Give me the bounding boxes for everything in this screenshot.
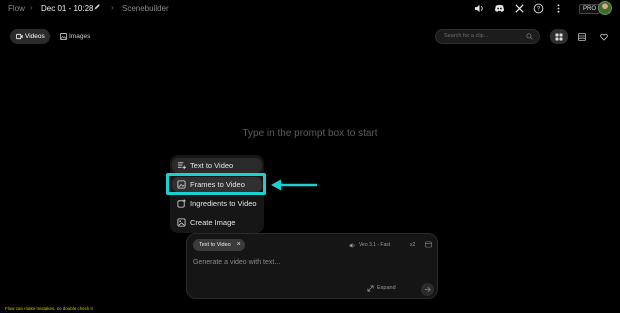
grid-view-button[interactable] bbox=[550, 29, 568, 44]
breadcrumb-project[interactable]: Dec 01 - 10:28 bbox=[41, 4, 93, 13]
top-bar: Flow › Dec 01 - 10:28 › Scenebuilder ? P… bbox=[0, 0, 620, 18]
annotation-arrow-icon bbox=[271, 179, 317, 191]
ingredients-icon bbox=[177, 199, 186, 208]
search-icon bbox=[526, 33, 533, 40]
output-count[interactable]: x2 bbox=[410, 242, 415, 248]
text-lines-icon bbox=[177, 162, 186, 170]
model-selector[interactable]: Veo 3.1 - Fast bbox=[349, 242, 391, 248]
image-icon bbox=[177, 218, 186, 227]
model-label: Veo 3.1 - Fast bbox=[359, 242, 391, 248]
tab-images-label: Images bbox=[69, 33, 91, 40]
tab-videos-label: Videos bbox=[25, 33, 45, 40]
menu-item-label: Ingredients to Video bbox=[190, 199, 257, 208]
mode-chip[interactable]: Text to Video × bbox=[193, 239, 245, 251]
volume-icon bbox=[349, 243, 355, 248]
avatar[interactable] bbox=[598, 1, 612, 15]
breadcrumb-section[interactable]: Scenebuilder bbox=[122, 4, 169, 13]
edit-pencil-icon[interactable] bbox=[93, 3, 101, 11]
grid-icon bbox=[555, 33, 563, 41]
search-placeholder: Search for a clip... bbox=[444, 33, 489, 39]
image-icon bbox=[60, 33, 67, 40]
menu-item-ingredients-to-video[interactable]: Ingredients to Video bbox=[172, 196, 262, 211]
tab-videos[interactable]: Videos bbox=[10, 29, 50, 44]
menu-item-text-to-video[interactable]: Text to Video bbox=[172, 158, 262, 173]
favorites-button[interactable] bbox=[595, 29, 613, 44]
discord-icon[interactable] bbox=[494, 3, 505, 14]
heart-icon bbox=[600, 33, 608, 41]
video-camera-icon bbox=[16, 33, 23, 40]
menu-item-label: Create Image bbox=[190, 218, 236, 227]
help-icon[interactable]: ? bbox=[533, 3, 544, 14]
expand-icon bbox=[367, 285, 374, 292]
expand-label: Expand bbox=[377, 285, 396, 291]
x-icon[interactable] bbox=[514, 3, 525, 14]
mode-chip-label: Text to Video bbox=[199, 242, 231, 248]
breadcrumb-separator: › bbox=[30, 3, 33, 12]
prompt-input[interactable]: Generate a video with text... bbox=[193, 259, 280, 266]
send-button[interactable] bbox=[421, 283, 434, 296]
settings-icon[interactable] bbox=[425, 241, 432, 248]
search-input[interactable]: Search for a clip... bbox=[435, 29, 540, 44]
list-icon bbox=[578, 33, 586, 41]
breadcrumb-separator: › bbox=[111, 3, 114, 12]
close-icon[interactable]: × bbox=[237, 239, 241, 251]
breadcrumb-root[interactable]: Flow bbox=[8, 4, 25, 13]
volume-icon[interactable] bbox=[474, 3, 485, 14]
more-vertical-icon[interactable] bbox=[553, 3, 564, 14]
expand-button[interactable]: Expand bbox=[367, 285, 396, 292]
menu-item-create-image[interactable]: Create Image bbox=[172, 215, 262, 230]
empty-state-hint: Type in the prompt box to start bbox=[242, 128, 378, 139]
prompt-composer: Text to Video × Veo 3.1 - Fast x2 Genera… bbox=[186, 233, 438, 299]
arrow-right-icon bbox=[424, 287, 431, 292]
menu-item-label: Text to Video bbox=[190, 161, 234, 170]
svg-text:?: ? bbox=[537, 7, 541, 13]
disclaimer-notice: Flow can make mistakes, so double check … bbox=[5, 306, 93, 311]
tab-images[interactable]: Images bbox=[54, 29, 96, 44]
plan-badge: PRO bbox=[579, 4, 601, 14]
annotation-highlight-box bbox=[166, 173, 266, 195]
list-view-button[interactable] bbox=[573, 29, 591, 44]
